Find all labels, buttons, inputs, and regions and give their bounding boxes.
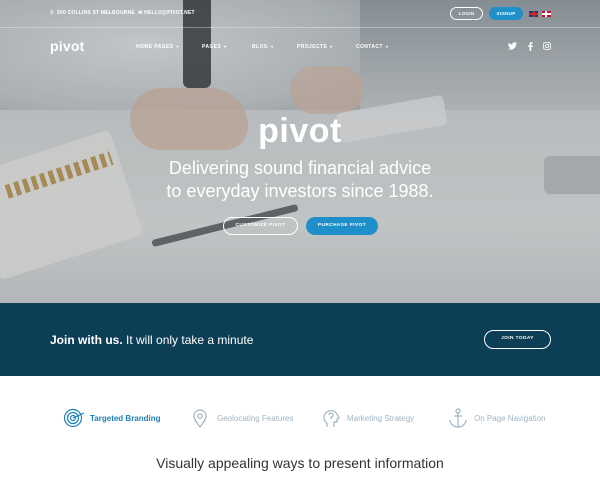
top-bar: ⚲ 500 COLLINS ST MELBOURNE ✉ HELLO@PIVOT… xyxy=(0,0,600,28)
nav-label: PROJECTS xyxy=(297,44,328,50)
nav-label: PAGES xyxy=(202,44,222,50)
head-profile-icon xyxy=(320,408,342,428)
instagram-icon[interactable] xyxy=(543,42,551,52)
purchase-pivot-button[interactable]: PURCHASE PIVOT xyxy=(306,217,378,235)
hero-subtitle-line: to everyday investors since 1988. xyxy=(166,181,434,201)
hero-subtitle-line: Delivering sound financial advice xyxy=(168,158,432,178)
facebook-icon[interactable] xyxy=(528,42,533,53)
nav-blog[interactable]: BLOG ▾ xyxy=(252,44,273,50)
customize-pivot-button[interactable]: CUSTOMIZE PIVOT xyxy=(223,217,298,235)
join-today-button[interactable]: JOIN TODAY xyxy=(484,330,551,349)
site-logo[interactable]: pivot xyxy=(50,38,84,54)
hero-subtitle: Delivering sound financial advice to eve… xyxy=(0,157,600,203)
chevron-down-icon: ▾ xyxy=(224,44,227,49)
nav-label: HOME PAGES xyxy=(136,44,174,50)
contact-info: ⚲ 500 COLLINS ST MELBOURNE ✉ HELLO@PIVOT… xyxy=(50,10,195,16)
tab-targeted-branding[interactable]: Targeted Branding xyxy=(63,408,161,428)
twitter-icon[interactable] xyxy=(508,42,517,52)
chevron-down-icon: ▾ xyxy=(330,44,333,49)
cta-text: Join with us. It will only take a minute xyxy=(50,333,253,347)
nav-home-pages[interactable]: HOME PAGES ▾ xyxy=(136,44,179,50)
tab-label: Marketing Strategy xyxy=(347,413,415,423)
tab-on-page-navigation[interactable]: On Page Navigation xyxy=(447,408,546,428)
chevron-down-icon: ▾ xyxy=(271,44,274,49)
nav-label: BLOG xyxy=(252,44,269,50)
address-text: 500 COLLINS ST MELBOURNE xyxy=(55,10,135,16)
uk-flag-icon[interactable] xyxy=(529,11,538,17)
cta-rest-text: It will only take a minute xyxy=(126,333,254,347)
section-title: Visually appealing ways to present infor… xyxy=(156,455,444,471)
email-link[interactable]: HELLO@PIVOT.NET xyxy=(144,10,195,16)
tab-label: Targeted Branding xyxy=(90,413,161,423)
dk-flag-icon[interactable] xyxy=(542,11,551,17)
target-icon xyxy=(63,408,85,428)
login-button[interactable]: LOGIN xyxy=(450,7,483,20)
tab-geolocating-features[interactable]: Geolocating Features xyxy=(190,408,294,428)
nav-label: CONTACT xyxy=(356,44,383,50)
nav-contact[interactable]: CONTACT ▾ xyxy=(356,44,388,50)
nav-pages[interactable]: PAGES ▾ xyxy=(202,44,227,50)
tab-label: On Page Navigation xyxy=(474,413,546,423)
chevron-down-icon: ▾ xyxy=(385,44,389,49)
tab-label: Geolocating Features xyxy=(217,413,294,423)
feature-tabs: Targeted Branding Geolocating Features M… xyxy=(0,400,600,436)
hero-section: ⚲ 500 COLLINS ST MELBOURNE ✉ HELLO@PIVOT… xyxy=(0,0,600,303)
anchor-icon xyxy=(447,408,469,428)
tab-marketing-strategy[interactable]: Marketing Strategy xyxy=(320,408,414,428)
nav-projects[interactable]: PROJECTS ▾ xyxy=(297,44,333,50)
cta-bold-text: Join with us. xyxy=(50,333,123,347)
email-icon: ✉ xyxy=(136,10,143,16)
location-icon: ⚲ xyxy=(50,10,54,16)
chevron-down-icon: ▾ xyxy=(176,44,179,49)
signup-button[interactable]: SIGNUP xyxy=(489,7,523,20)
hero-title: pivot xyxy=(258,112,342,150)
location-pin-icon xyxy=(190,408,212,428)
